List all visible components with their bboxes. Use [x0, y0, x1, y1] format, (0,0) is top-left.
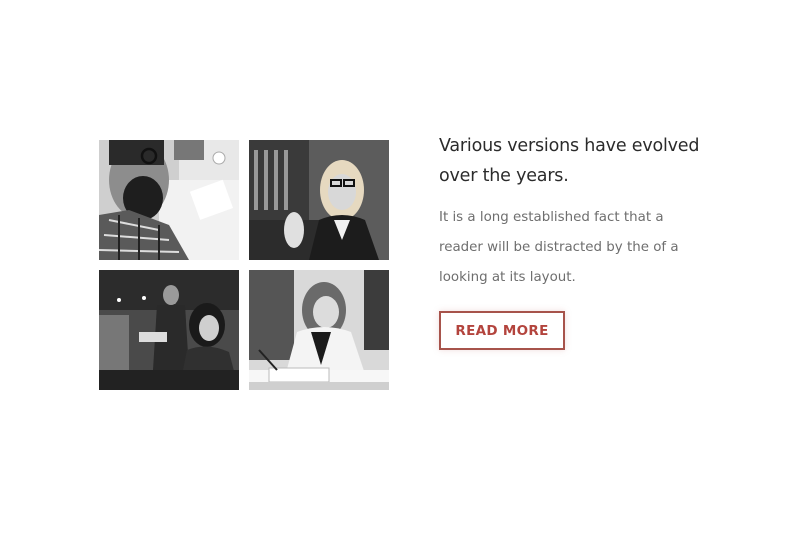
- section-heading: Various versions have evolved over the y…: [439, 136, 700, 186]
- smiling-woman-writing-photo[interactable]: [249, 270, 389, 390]
- photo-3-image: [99, 270, 239, 390]
- photo-gallery: [99, 140, 389, 390]
- read-more-button[interactable]: READ MORE: [439, 311, 565, 350]
- content-block: Various versions have evolved over the y…: [439, 131, 729, 350]
- photo-2-image: [249, 140, 389, 260]
- photo-4-image: [249, 270, 389, 390]
- section-description: It is a long established fact that a rea…: [439, 210, 679, 285]
- blonde-woman-with-glasses-photo[interactable]: [249, 140, 389, 260]
- bearded-man-with-glasses-photo[interactable]: [99, 140, 239, 260]
- man-and-woman-in-cafe-photo[interactable]: [99, 270, 239, 390]
- photo-1-image: [99, 140, 239, 260]
